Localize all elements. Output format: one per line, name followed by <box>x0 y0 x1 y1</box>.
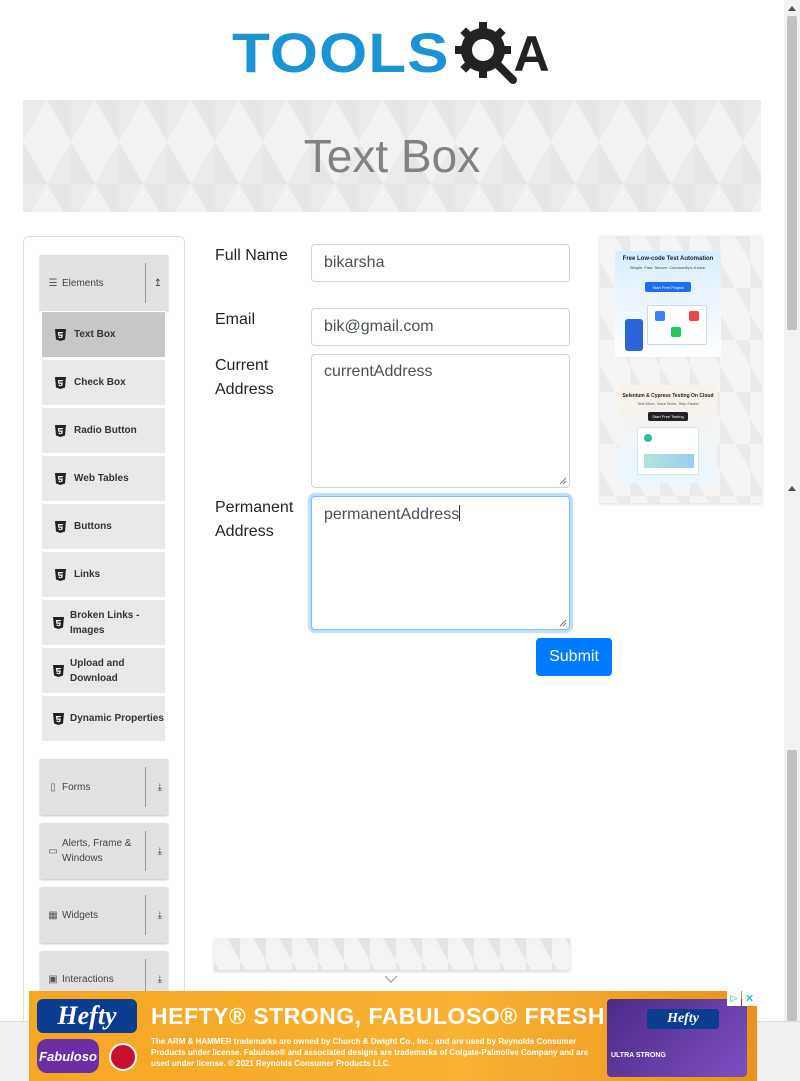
sidebar-item-radio-button[interactable]: Radio Button <box>41 407 166 454</box>
expand-arrow-icon[interactable]: ⤓ <box>158 759 162 815</box>
grid-icon: ▦ <box>48 909 58 921</box>
group-elements[interactable]: ☰ Elements ↥ <box>40 255 168 311</box>
sidebar-item-label: Check Box <box>74 377 126 388</box>
html5-icon <box>55 472 66 485</box>
ad-illustration <box>637 427 699 475</box>
ad-cloud-testing[interactable]: Selenium & Cypress Testing On Cloud Test… <box>619 385 717 483</box>
sidebar-item-label: Broken Links - Images <box>70 609 140 636</box>
scroll-up-arrow-icon[interactable] <box>788 486 796 491</box>
expand-arrow-icon[interactable]: ⤓ <box>158 887 162 943</box>
ad-subtitle: Simple. Fast. Secure. Community's choice… <box>629 265 707 270</box>
current-address-label: Current Address <box>215 357 274 398</box>
sidebar-item-label: Radio Button <box>74 425 137 436</box>
ad-title: Free Low-code Test Automation <box>622 256 714 262</box>
page-title: Text Box <box>303 130 481 182</box>
arm-hammer-logo-icon <box>109 1043 137 1071</box>
group-label: Elements <box>62 277 104 289</box>
group-alerts-frame-windows[interactable]: ▭ Alerts, Frame & Windows ⤓ <box>40 823 168 879</box>
group-label: Widgets <box>62 909 99 921</box>
resize-grip-icon[interactable] <box>559 477 567 485</box>
expand-arrow-icon[interactable]: ⤓ <box>158 823 162 879</box>
ad-title: Selenium & Cypress Testing On Cloud <box>622 393 714 399</box>
sidebar-item-label: Links <box>74 569 101 580</box>
sidebar-item-links[interactable]: Links <box>41 551 166 598</box>
sidebar-item-broken-links-images[interactable]: Broken Links - Images <box>41 599 166 646</box>
logo-text: TOOLS <box>232 22 450 85</box>
sidebar-item-upload-download[interactable]: Upload and Download <box>41 647 166 694</box>
email-input[interactable] <box>311 308 570 346</box>
sidebar-item-dynamic-properties[interactable]: Dynamic Properties <box>41 695 166 742</box>
ad-lowcode-automation[interactable]: Free Low-code Test Automation Simple. Fa… <box>615 251 721 357</box>
sidebar-item-label: Buttons <box>74 521 112 532</box>
html5-icon <box>53 664 64 677</box>
scroll-thumb[interactable] <box>787 16 797 330</box>
fabuloso-logo: Fabuloso <box>37 1039 99 1073</box>
sidebar-item-buttons[interactable]: Buttons <box>41 503 166 550</box>
group-widgets[interactable]: ▦ Widgets ⤓ <box>40 887 168 943</box>
html5-icon <box>55 424 66 437</box>
left-panel: ☰ Elements ↥ Text Box Check Box Radio Bu… <box>23 236 185 1036</box>
sidebar-item-web-tables[interactable]: Web Tables <box>41 455 166 502</box>
scroll-up-arrow-icon[interactable] <box>788 6 796 11</box>
page-banner: Text Box <box>23 100 761 212</box>
sidebar-item-check-box[interactable]: Check Box <box>41 359 166 406</box>
divider <box>145 767 146 807</box>
window-icon: ▭ <box>48 845 58 857</box>
divider <box>145 263 146 303</box>
resize-grip-icon[interactable] <box>559 619 567 627</box>
ad-headline: HEFTY® STRONG, FABULOSO® FRESH <box>151 1003 605 1029</box>
toolsqa-logo[interactable]: TOOLS A <box>232 16 556 92</box>
page: TOOLS A Text Box ☰ Elements ↥ Text Box C… <box>0 0 800 1081</box>
ad-cta-button[interactable]: Start Free Project <box>645 282 691 292</box>
html5-icon <box>53 616 64 629</box>
html5-icon <box>55 328 66 341</box>
sidebar-item-label: Dynamic Properties <box>70 713 164 724</box>
permanent-address-textarea[interactable]: permanentAddress <box>311 496 570 630</box>
email-label: Email <box>215 311 256 328</box>
html5-icon <box>55 520 66 533</box>
permanent-address-label: Permanent Address <box>215 499 294 540</box>
sidebar-item-label: Text Box <box>74 329 116 340</box>
ad-close-icon[interactable]: ✕ <box>742 991 757 1006</box>
html5-icon <box>53 712 64 725</box>
sidebar-item-label: Web Tables <box>74 473 129 484</box>
footer-decoration <box>214 938 570 970</box>
document-icon: ▯ <box>50 781 56 793</box>
full-name-label: Full Name <box>215 247 288 264</box>
current-address-textarea[interactable]: currentAddress <box>311 354 570 488</box>
list-icon: ☰ <box>48 277 58 289</box>
right-ad-panel: Free Low-code Test Automation Simple. Fa… <box>600 236 762 503</box>
ad-cta-button[interactable]: Start Free Testing <box>648 412 688 421</box>
collapse-arrow-icon[interactable]: ↥ <box>154 255 162 311</box>
permanent-address-value: permanentAddress <box>324 506 460 523</box>
ad-fine-print: The ARM & HAMMER trademarks are owned by… <box>151 1037 589 1068</box>
sidebar-item-text-box[interactable]: Text Box <box>41 311 166 358</box>
scroll-thumb[interactable] <box>787 750 797 1021</box>
logo-suffix: A <box>513 26 550 82</box>
full-name-input[interactable] <box>311 244 570 282</box>
ad-choices-icon[interactable]: ▷ <box>727 991 741 1006</box>
ad-subtitle: Test More, Save More, Ship Faster <box>637 401 699 406</box>
html5-icon <box>55 376 66 389</box>
group-label: Forms <box>62 781 91 793</box>
divider <box>145 831 146 871</box>
square-icon: ▣ <box>48 973 58 985</box>
group-label: Alerts, Frame & Windows <box>62 838 132 864</box>
text-cursor <box>459 505 461 521</box>
html5-icon <box>55 568 66 581</box>
ad-illustration <box>625 299 711 351</box>
current-address-value: currentAddress <box>324 363 433 380</box>
submit-button[interactable]: Submit <box>536 638 612 676</box>
group-label: Interactions <box>62 973 114 985</box>
bottom-ad-banner[interactable]: Hefty Fabuloso HEFTY® STRONG, FABULOSO® … <box>29 991 757 1081</box>
group-forms[interactable]: ▯ Forms ⤓ <box>40 759 168 815</box>
hefty-logo: Hefty <box>37 999 137 1033</box>
chevron-down-icon <box>384 975 398 983</box>
sidebar-item-label: Upload and Download <box>70 657 125 684</box>
divider <box>145 895 146 935</box>
product-image <box>607 999 747 1077</box>
